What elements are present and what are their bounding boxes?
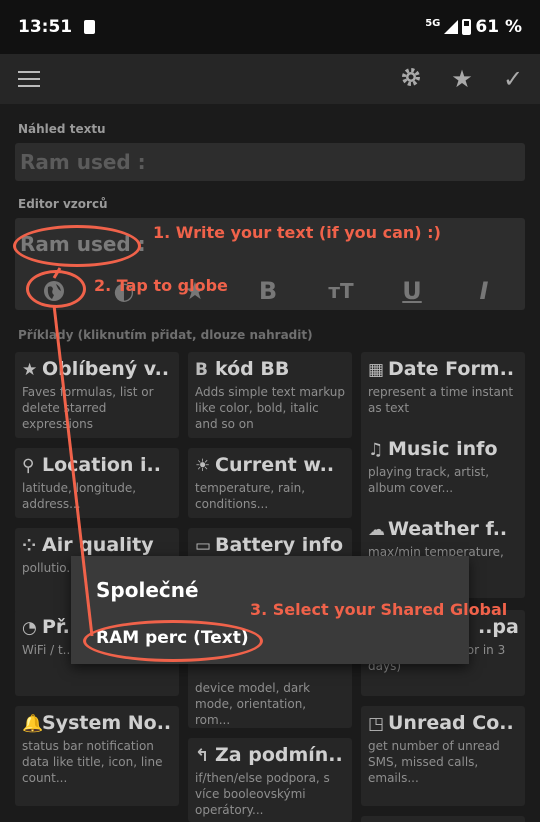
example-card[interactable] [361,816,525,822]
preview-value: Ram used : [20,150,146,174]
example-card[interactable]: Bkód BB Adds simple text markup like col… [188,352,352,438]
card-desc: Adds simple text markup like color, bold… [195,385,345,431]
weather-icon: ☁ [368,520,385,540]
example-card[interactable]: ♫ Music info playing track, artist, album… [361,432,525,518]
examples-label: Příklady (kliknutím přidat, dlouze nahra… [18,328,313,342]
example-card[interactable]: ⚲ Location i.. latitude, longitude, addre… [15,448,179,518]
example-card[interactable]: ☀ Current w.. temperature, rain, conditio… [188,448,352,518]
underline-icon[interactable]: U [395,274,429,308]
card-desc: playing track, artist, album cover... [368,465,490,495]
branch-icon: ↰ [195,746,210,766]
gear-icon[interactable] [397,65,425,93]
music-icon: ♫ [368,440,384,460]
example-card[interactable]: ↰ Za podmín.. if/then/else podpora, s víc… [188,738,352,822]
annotation-oval-globe [26,270,86,308]
card-title: Unread Co.. [388,712,514,734]
text-preview: Ram used : [15,143,525,181]
card-title: Weather f.. [388,518,508,540]
status-right: 5G 61 % [425,17,522,37]
card-desc: latitude, longitude, address... [22,481,137,511]
card-title: Oblíbený v.. [42,358,170,380]
unread-icon: ◳ [368,714,385,734]
bbcode-icon: B [195,360,208,380]
hamburger-icon[interactable] [18,71,40,87]
check-icon[interactable]: ✓ [499,65,527,93]
location-icon: ⚲ [22,456,35,476]
bell-icon: 🔔 [22,714,44,734]
card-title: ..pan [478,616,518,638]
card-title: Air quality [42,534,154,556]
format-toolbar: ◐ ★ B тT U I [15,270,525,310]
card-desc: device model, dark mode, orientation, ro… [195,681,311,727]
card-title: Date Form.. [388,358,515,380]
card-title: Music info [388,438,498,460]
italic-icon[interactable]: I [467,274,501,308]
example-card[interactable]: 🔔System No.. status bar notification dat… [15,706,179,806]
sun-icon: ☀ [195,456,211,476]
air-quality-icon: ⁘ [22,536,37,556]
editor-label: Editor vzorců [18,197,108,211]
card-title: System No.. [42,712,172,734]
card-desc: Faves formulas, list or delete starred e… [22,385,154,431]
dialog-title: Společné [96,578,199,602]
battery-icon: ▭ [195,536,212,556]
annotation-oval-item [83,620,263,662]
sd-card-icon [84,20,96,34]
network-label: 5G [425,17,441,29]
card-desc: get number of unread SMS, missed calls, … [368,739,500,785]
card-desc: temperature, rain, conditions... [195,481,306,511]
wifi-icon: ◔ [22,618,37,638]
annotation-oval-editor [13,225,141,267]
star-icon[interactable]: ★ [448,65,476,93]
app-toolbar: ★ ✓ [0,54,540,104]
annotation-step2: 2. Tap to globe [94,276,228,295]
card-title: kód BB [215,358,290,380]
status-time: 13:51 [18,17,73,37]
battery-icon [462,19,472,35]
card-desc: represent a time instant as text [368,385,514,415]
preview-label: Náhled textu [18,122,106,136]
annotation-step1: 1. Write your text (if you can) :) [153,223,441,242]
card-desc: status bar notification data like title,… [22,739,163,785]
text-size-icon[interactable]: тT [324,274,358,308]
card-title: Za podmín.. [215,744,343,766]
card-title: Battery info [215,534,344,556]
example-card[interactable]: ◳ Unread Co.. get number of unread SMS, m… [361,706,525,806]
example-card[interactable]: ★ Oblíbený v.. Faves formulas, list or de… [15,352,179,438]
bold-icon[interactable]: B [251,274,285,308]
battery-percent: 61 % [475,17,522,37]
card-desc: if/then/else podpora, s více booleovským… [195,771,330,817]
signal-icon [444,20,459,34]
example-card[interactable]: ▦ Date Form.. represent a time instant as… [361,352,525,438]
card-title: Current w.. [215,454,335,476]
status-bar: 13:51 5G 61 % [0,0,540,54]
calendar-icon: ▦ [368,360,385,380]
star-icon: ★ [22,360,38,380]
card-title: Location i.. [42,454,161,476]
annotation-step3: 3. Select your Shared Global [250,600,508,619]
